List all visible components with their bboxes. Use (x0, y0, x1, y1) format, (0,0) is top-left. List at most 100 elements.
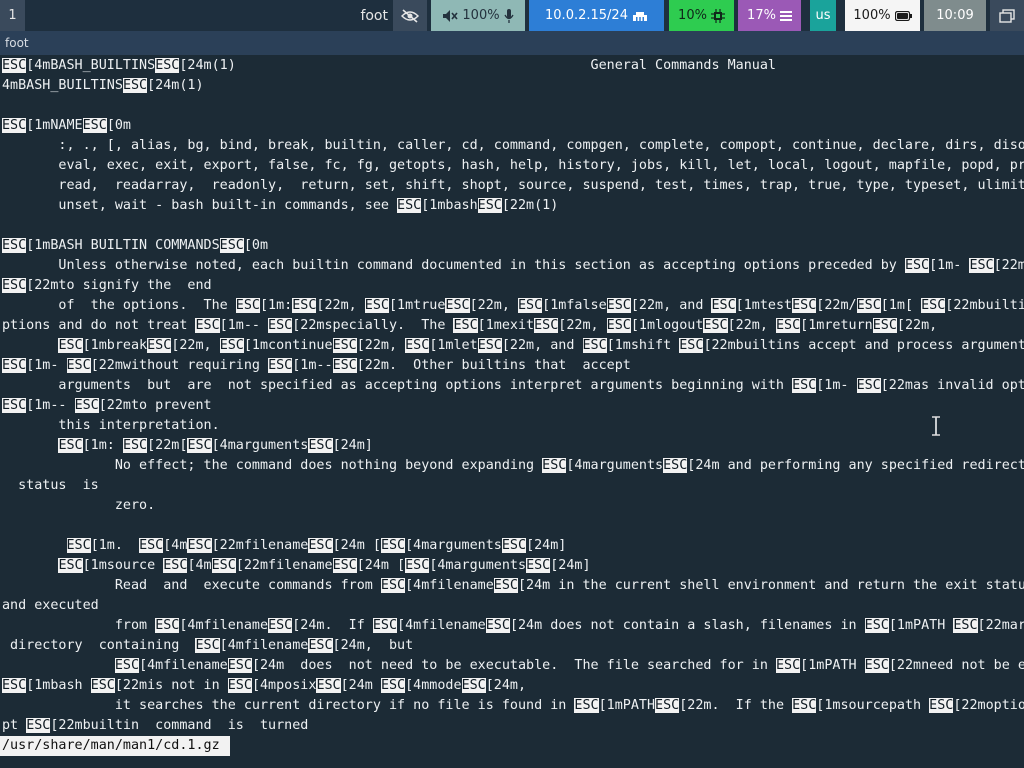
battery-button[interactable]: 100% (845, 0, 920, 31)
terminal-text-run: [22m. Other builtins that accept (356, 358, 631, 373)
terminal-text-run: [4m (163, 538, 188, 553)
terminal-text-run: [22m(1) (501, 198, 559, 213)
terminal-text-run: [1mPATH (598, 698, 656, 713)
terminal-text-run: [22moption to the (953, 698, 1024, 713)
terminal-text-run (2, 558, 58, 573)
escape-code-marker: ESC (66, 538, 91, 553)
terminal-text-run: [1mreturn (800, 318, 873, 333)
terminal-line: ESC[1m. ESC[4mESC[22mfilenameESC[24m [ES… (2, 536, 566, 556)
escape-code-marker: ESC (405, 558, 430, 573)
escape-code-marker: ESC (26, 718, 51, 733)
terminal-text-run: [1m: (259, 298, 293, 313)
terminal-text-run: [4mposix (251, 678, 317, 693)
power-menu-button[interactable] (990, 0, 1024, 31)
terminal-line: directory containing ESC[4mfilenameESC[2… (2, 636, 413, 656)
escape-code-marker: ESC (921, 298, 946, 313)
escape-code-marker: ESC (606, 318, 631, 333)
terminal-text-run: [22m. If the (679, 698, 793, 713)
terminal-text-run: [22m, (896, 318, 938, 333)
terminal-text-run: [22mbuiltins accept and process argument… (703, 338, 1024, 353)
escape-code-marker: ESC (485, 618, 510, 633)
terminal-text-run: [22m[ (147, 438, 188, 453)
terminal-line: Unless otherwise noted, each builtin com… (2, 256, 1024, 276)
workspace-button[interactable]: 1 (0, 0, 25, 31)
escape-code-marker: ESC (235, 298, 260, 313)
terminal-text-run: [22mfilename (211, 538, 309, 553)
escape-code-marker: ESC (308, 538, 333, 553)
terminal-text-run: [1mPATH (800, 658, 865, 673)
terminal-text-run: [1m- (816, 378, 857, 393)
terminal-text-run: [22m, (356, 338, 406, 353)
terminal-text-run: [24m (340, 678, 381, 693)
memory-button[interactable]: 17% (738, 0, 801, 31)
terminal-text-run: [4marguments (211, 438, 309, 453)
terminal-text-run: [1m- (929, 258, 970, 273)
escape-code-marker: ESC (775, 318, 801, 333)
terminal-text-run: [22mto prevent (98, 398, 212, 413)
escape-code-marker: ESC (195, 318, 220, 333)
terminal-line: ESC[1m- ESC[22mwithout requiring ESC[1m-… (2, 356, 631, 376)
terminal-text-run (2, 338, 58, 353)
memory-bars-icon (779, 10, 792, 22)
terminal-text-run: [0m (243, 238, 269, 253)
clock-value: 10:09 (936, 8, 974, 23)
escape-code-marker: ESC (711, 298, 736, 313)
volume-button[interactable]: 100% (431, 0, 525, 31)
escape-code-marker: ESC (90, 678, 115, 693)
escape-code-marker: ESC (219, 238, 244, 253)
terminal-text-run (2, 538, 67, 553)
terminal-text-run: [22mbuiltins do not accept o (945, 298, 1024, 313)
terminal-viewport[interactable]: ESC [4mBASH_BUILTINS ESC [24m(1) General Co… (0, 55, 1024, 768)
network-button[interactable]: 10.0.2.15/24 (529, 0, 664, 31)
cpu-value: 10% (678, 8, 707, 23)
escape-code-marker: ESC (2, 118, 27, 133)
escape-code-marker: ESC (74, 398, 99, 413)
clock-button[interactable]: 10:09 (924, 0, 986, 31)
terminal-text-run: [24m. If (292, 618, 373, 633)
terminal-text-run: [22m/ (816, 298, 857, 313)
escape-code-marker: ESC (534, 318, 559, 333)
escape-code-marker: ESC (445, 298, 470, 313)
escape-code-marker: ESC (969, 258, 994, 273)
terminal-line: status is (2, 476, 99, 496)
pager-status-line: /usr/share/man/man1/cd.1.gz (0, 736, 230, 756)
terminal-text-run: [4mmode (405, 678, 462, 693)
escape-code-marker: ESC (655, 698, 680, 713)
terminal-text-run: [1mBASH BUILTIN COMMANDS (26, 238, 220, 253)
escape-code-marker: ESC (292, 298, 317, 313)
terminal-text-run: :, ., [, alias, bg, bind, break, builtin… (58, 138, 1024, 153)
focused-window-title: foot (340, 0, 392, 31)
terminal-text-run: [1mNAME (26, 118, 83, 133)
cpu-button[interactable]: 10% (669, 0, 734, 31)
terminal-text-run: [1mbash (421, 198, 478, 213)
terminal-text-run: [24m [ (356, 558, 406, 573)
terminal-text-run: [1mbreak (82, 338, 148, 353)
terminal-text-run: [22mbuiltin command is turned (50, 718, 309, 733)
terminal-text-run: No effect; the command does nothing beyo… (2, 458, 543, 473)
terminal-text-run: [1mshift (606, 338, 680, 353)
escape-code-marker: ESC (663, 458, 688, 473)
terminal-text-run: [24m in the current shell environment an… (517, 578, 1024, 593)
terminal-text-run: [1m-- (26, 398, 75, 413)
ethernet-icon (632, 10, 648, 22)
terminal-line: ESC[4mBASH_BUILTINSESC[24m(1) General Co… (2, 56, 1024, 76)
escape-code-marker: ESC (2, 398, 27, 413)
terminal-text-run: eval, exec, exit, export, false, fc, fg,… (58, 158, 1024, 173)
terminal-line: :, ., [, alias, bg, bind, break, builtin… (2, 136, 1024, 156)
terminal-line: Read and execute commands from ESC[4mfil… (2, 576, 1024, 596)
escape-code-marker: ESC (2, 678, 27, 693)
escape-code-marker: ESC (122, 438, 148, 453)
terminal-line: eval, exec, exit, export, false, fc, fg,… (2, 156, 1024, 176)
escape-code-marker: ESC (872, 318, 897, 333)
escape-code-marker: ESC (114, 658, 140, 673)
window-title-bar[interactable]: foot (0, 31, 1024, 55)
escape-code-marker: ESC (163, 558, 188, 573)
escape-code-marker: ESC (493, 578, 518, 593)
idle-inhibitor-button[interactable] (393, 0, 427, 31)
escape-code-marker: ESC (380, 538, 406, 553)
escape-code-marker: ESC (268, 318, 293, 333)
terminal-text-run: [24m] (550, 558, 591, 573)
escape-code-marker: ESC (155, 618, 180, 633)
terminal-text-run: [22m, (171, 338, 220, 353)
keyboard-layout-button[interactable]: us (810, 0, 836, 31)
